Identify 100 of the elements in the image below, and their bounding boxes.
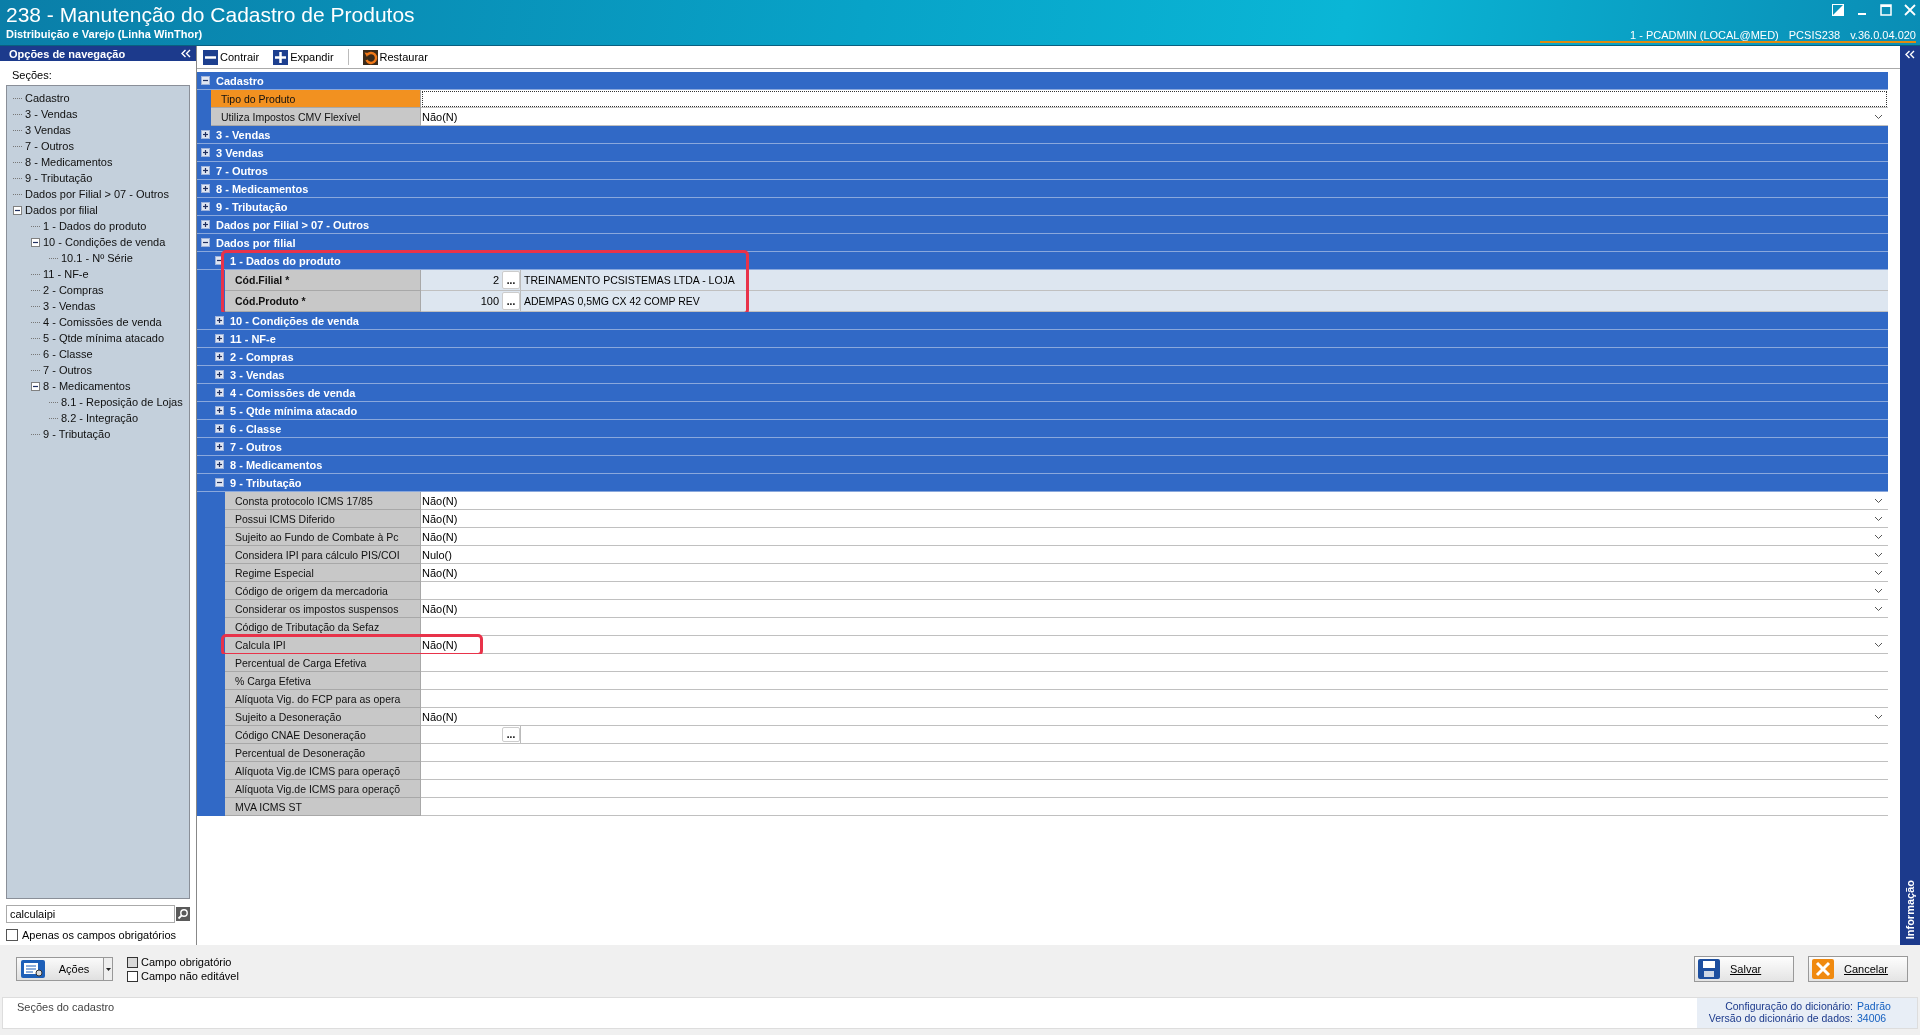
collapse-icon[interactable] — [201, 238, 210, 247]
tree-item[interactable]: 8.2 - Integração — [61, 412, 139, 424]
dropdown-field[interactable]: Não(N) — [421, 708, 1888, 726]
tree-item[interactable]: 2 - Compras — [43, 284, 104, 296]
tree-item[interactable]: 7 - Outros — [43, 364, 92, 376]
input-field[interactable] — [421, 90, 1888, 108]
tree-item[interactable]: 10.1 - Nº Série — [61, 252, 133, 264]
input-field[interactable] — [421, 690, 1888, 708]
save-button[interactable]: Salvar — [1694, 956, 1794, 982]
field-label: Código de origem da mercadoria — [225, 582, 421, 600]
tree-item[interactable]: 3 - Vendas — [43, 300, 96, 312]
expand-icon[interactable] — [215, 316, 224, 325]
info-panel[interactable]: Informação — [1900, 46, 1920, 945]
cancel-button[interactable]: Cancelar — [1808, 956, 1908, 982]
lookup-button[interactable]: ... — [502, 292, 520, 310]
chevron-down-icon — [1874, 533, 1883, 540]
dropdown-field[interactable]: Não(N) — [421, 564, 1888, 582]
tree-item[interactable]: Dados por Filial > 07 - Outros — [25, 188, 169, 200]
toolbar-button[interactable]: Expandir — [273, 49, 334, 65]
expand-panel-icon[interactable] — [1905, 50, 1915, 59]
tree-item[interactable]: 7 - Outros — [25, 140, 74, 152]
input-field[interactable] — [421, 618, 1888, 636]
lookup-button[interactable]: ... — [502, 271, 520, 289]
input-field[interactable] — [421, 744, 1888, 762]
search-field[interactable]: calculaipi — [6, 905, 175, 923]
field-label: MVA ICMS ST — [225, 798, 421, 816]
tree-item[interactable]: 4 - Comissões de venda — [43, 316, 162, 328]
collapse-icon[interactable] — [13, 205, 22, 215]
maximize-icon[interactable] — [1880, 4, 1892, 16]
input-field[interactable] — [421, 654, 1888, 672]
tree-item[interactable]: 9 - Tributação — [25, 172, 93, 184]
tree-item[interactable]: 9 - Tributação — [43, 428, 111, 440]
dropdown-field[interactable]: Não(N) — [421, 492, 1888, 510]
tree-item[interactable]: 8.1 - Reposição de Lojas — [61, 396, 183, 408]
input-field[interactable] — [421, 798, 1888, 816]
tree-item[interactable]: Cadastro — [25, 92, 70, 104]
dropdown-field[interactable]: Não(N) — [421, 636, 1888, 654]
expand-icon[interactable] — [215, 424, 224, 433]
chevron-down-icon — [1874, 587, 1883, 594]
window-title: 238 - Manutenção do Cadastro de Produtos — [6, 3, 415, 27]
chevron-down-icon — [1874, 113, 1883, 120]
expand-icon[interactable] — [201, 148, 210, 157]
dropdown-field[interactable]: Não(N) — [421, 510, 1888, 528]
expand-icon[interactable] — [215, 388, 224, 397]
expand-icon[interactable] — [201, 130, 210, 139]
collapse-icon[interactable] — [215, 478, 224, 487]
nav-title: Opções de navegação — [9, 47, 126, 60]
expand-icon[interactable] — [215, 334, 224, 343]
field-label: Código CNAE Desoneração — [225, 726, 421, 744]
field-label: Tipo do Produto — [211, 90, 421, 108]
close-icon[interactable] — [1904, 4, 1916, 16]
collapse-icon[interactable] — [31, 381, 40, 391]
toolbar-button[interactable]: Restaurar — [362, 49, 428, 65]
tree-item[interactable]: 11 - NF-e — [43, 268, 89, 280]
tree-item[interactable]: 10 - Condições de venda — [43, 236, 166, 248]
collapse-icon[interactable] — [201, 76, 210, 85]
chevron-down-icon — [1874, 515, 1883, 522]
chevron-down-icon — [1874, 713, 1883, 720]
tree-item[interactable]: 3 Vendas — [25, 124, 71, 136]
input-field[interactable] — [421, 762, 1888, 780]
collapse-panel-icon[interactable] — [181, 49, 191, 58]
expand-icon[interactable] — [215, 370, 224, 379]
close-icon — [1812, 959, 1834, 979]
input-field[interactable] — [421, 780, 1888, 798]
tree-item[interactable]: 8 - Medicamentos — [25, 156, 113, 168]
search-icon[interactable] — [176, 907, 190, 921]
field-label: Utiliza Impostos CMV Flexível — [211, 108, 421, 126]
collapse-icon[interactable] — [31, 237, 40, 247]
tree-item[interactable]: 5 - Qtde mínima atacado — [43, 332, 165, 344]
toolbar-button[interactable]: Contrair — [203, 49, 260, 65]
code-field[interactable]: 2 — [421, 270, 502, 290]
dropdown-field[interactable] — [421, 582, 1888, 600]
expand-icon[interactable] — [201, 184, 210, 193]
tree-item[interactable]: Dados por filial — [25, 204, 98, 216]
lookup-button[interactable]: ... — [502, 727, 520, 742]
input-field[interactable] — [421, 672, 1888, 690]
code-field[interactable]: 100 — [421, 291, 502, 311]
expand-icon[interactable] — [215, 442, 224, 451]
expand-icon[interactable] — [215, 460, 224, 469]
restore-layout-icon[interactable] — [1832, 4, 1844, 16]
dropdown-field[interactable]: Não(N) — [421, 108, 1888, 126]
chevron-down-icon — [1874, 497, 1883, 504]
expand-icon[interactable] — [201, 166, 210, 175]
collapse-icon[interactable] — [215, 256, 224, 265]
tree-item[interactable]: 8 - Medicamentos — [43, 380, 131, 392]
actions-menu-button[interactable] — [104, 957, 113, 981]
expand-icon[interactable] — [215, 406, 224, 415]
tree-item[interactable]: 1 - Dados do produto — [43, 220, 147, 232]
expand-icon[interactable] — [201, 220, 210, 229]
dropdown-field[interactable]: Nulo() — [421, 546, 1888, 564]
dropdown-field[interactable]: Não(N) — [421, 528, 1888, 546]
dropdown-field[interactable]: Não(N) — [421, 600, 1888, 618]
field-label: Percentual de Desoneração — [225, 744, 421, 762]
tree-item[interactable]: 3 - Vendas — [25, 108, 78, 120]
checkbox[interactable] — [6, 929, 18, 941]
tree-item[interactable]: 6 - Classe — [43, 348, 93, 360]
expand-icon[interactable] — [215, 352, 224, 361]
expand-icon[interactable] — [201, 202, 210, 211]
minus-icon — [203, 49, 218, 65]
actions-button[interactable]: Ações — [16, 957, 104, 981]
